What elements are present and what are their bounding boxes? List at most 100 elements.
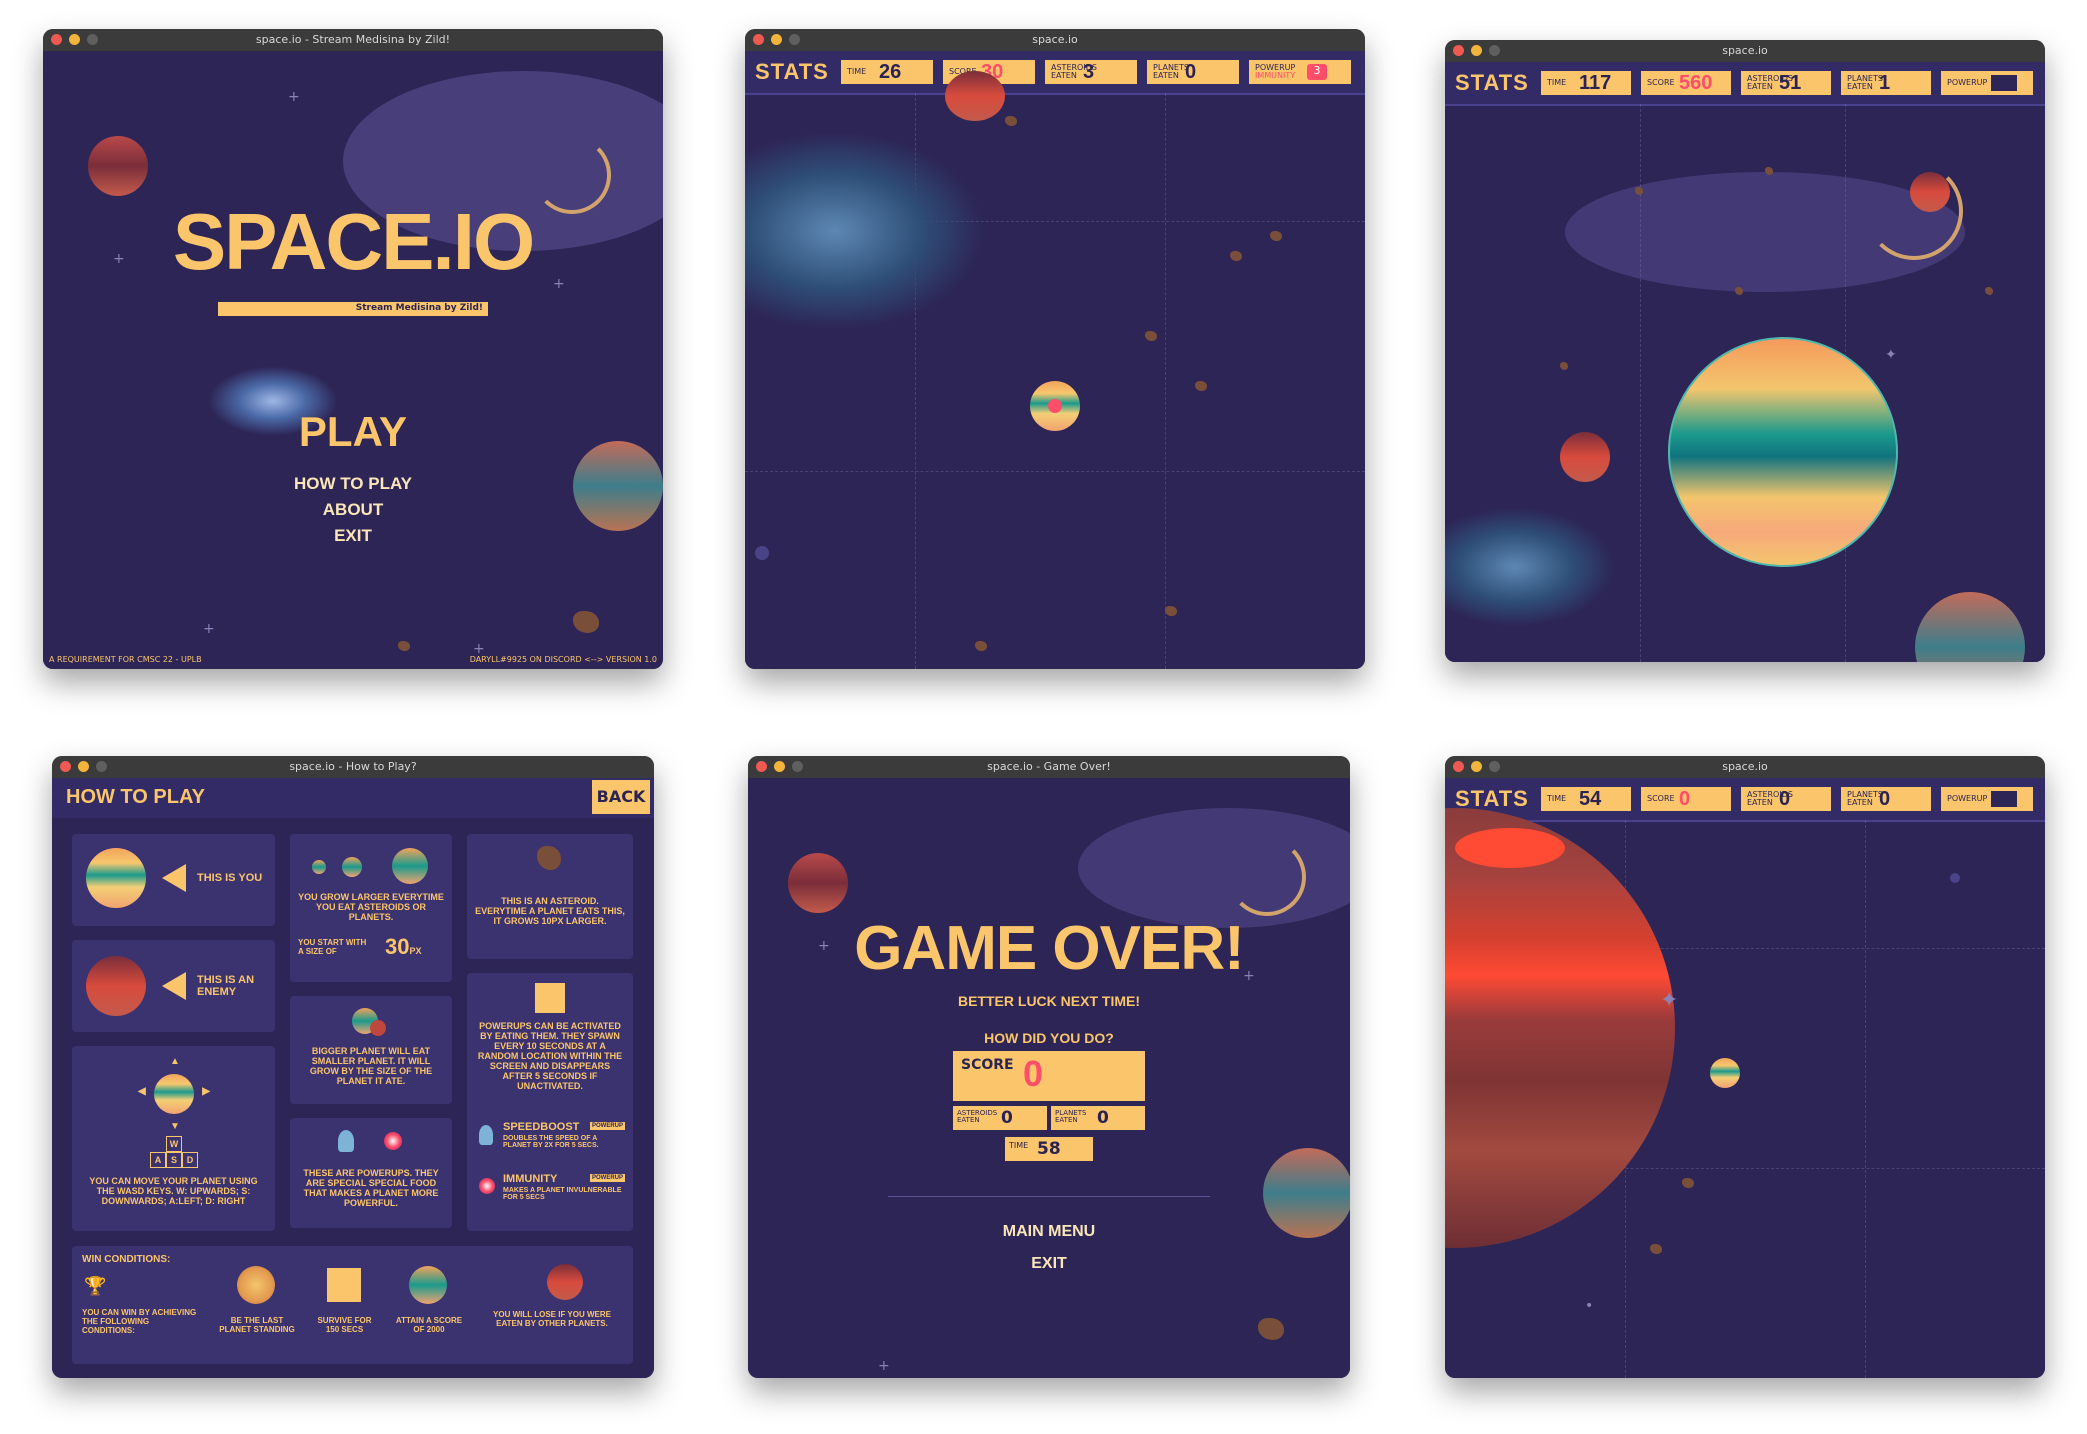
title-bar[interactable]: space.io xyxy=(1445,756,2045,778)
back-button[interactable]: BACK xyxy=(592,780,650,814)
growth-sequence-icon xyxy=(312,848,432,884)
how-to-play-screen: HOW TO PLAY BACK THIS IS YOU THIS IS AN … xyxy=(52,778,654,1378)
asteroid-icon xyxy=(1650,1244,1662,1254)
player-planet-icon xyxy=(409,1266,447,1304)
stats-bar: STATS TIME 117 SCORE 560 ASTEROIDS EATEN 51… xyxy=(1445,62,2045,106)
arrow-left-icon xyxy=(162,864,186,892)
enemy-planet-icon xyxy=(945,71,1005,121)
enemy-eye-spot-icon xyxy=(1455,828,1565,868)
key-a-icon: A xyxy=(150,1152,166,1168)
bigger-card: BIGGER PLANET WILL EAT SMALLER PLANET. I… xyxy=(290,996,452,1104)
stats-bar: STATS TIME 26 SCORE 30 ASTEROIDS EATEN 3 PL… xyxy=(745,51,1365,95)
asteroid-icon xyxy=(398,641,410,651)
enemy-planet-icon xyxy=(547,1264,583,1300)
ring-moon-icon xyxy=(1865,162,1963,260)
asteroid-icon xyxy=(1145,331,1157,341)
moon-icon xyxy=(755,546,769,560)
asteroid-icon xyxy=(1258,1318,1284,1340)
title-bar[interactable]: space.io - Stream Medisina by Zild! xyxy=(43,29,663,51)
score-stat: SCORE 560 xyxy=(1641,71,1731,95)
move-card: ▲ ▼ ◀ ▶ W A S D YOU CAN MOVE YOUR PLANET US… xyxy=(72,1046,275,1231)
menu-screen: + + + + + SPACE.IO Stream Medisina by Zi… xyxy=(43,51,663,669)
asteroid-icon xyxy=(1230,251,1242,261)
how-to-play-button[interactable]: HOW TO PLAY xyxy=(43,474,663,494)
galaxy-icon xyxy=(1445,507,1615,627)
score-stat: SCORE 0 xyxy=(1641,787,1731,811)
asteroid-icon xyxy=(1165,606,1177,616)
asteroid-icon xyxy=(1270,231,1282,241)
enemy-planet-icon xyxy=(86,956,146,1016)
window-title: space.io xyxy=(1032,33,1078,46)
arrow-left-icon xyxy=(162,972,186,1000)
play-button[interactable]: PLAY xyxy=(43,408,663,456)
asteroid-icon xyxy=(1195,381,1207,391)
speedboost-rocket-icon xyxy=(479,1125,493,1145)
asteroid-icon xyxy=(537,846,561,870)
player-planet-icon xyxy=(86,848,146,908)
title-bar[interactable]: space.io - Game Over! xyxy=(748,756,1350,778)
you-card: THIS IS YOU xyxy=(72,834,275,926)
stats-label: STATS xyxy=(755,59,829,84)
title-bar[interactable]: space.io xyxy=(1445,40,2045,62)
enemy-card: THIS IS AN ENEMY xyxy=(72,940,275,1032)
giant-enemy-planet-icon xyxy=(1445,808,1675,1248)
star-icon: + xyxy=(288,89,300,105)
powerup-info-card: POWERUPS CAN BE ACTIVATED BY EATING THEM… xyxy=(467,973,633,1231)
move-arrows-icon: ▲ ▼ ◀ ▶ xyxy=(138,1056,210,1132)
main-menu-button[interactable]: MAIN MENU xyxy=(748,1223,1350,1241)
gameplay-big-planet-window: space.io STATS TIME 117 SCORE 560 ASTEROID… xyxy=(1445,40,2045,662)
star-icon: • xyxy=(1585,1298,1594,1314)
nebula-icon xyxy=(1078,808,1350,928)
immunity-icon xyxy=(384,1132,402,1150)
star-icon: + xyxy=(203,621,215,637)
game-over-subtitle: BETTER LUCK NEXT TIME! xyxy=(958,993,1140,1009)
immunity-icon xyxy=(479,1178,495,1194)
enemy-planet-icon xyxy=(370,1020,386,1036)
powerup-stat: POWERUP xyxy=(1941,787,2033,811)
asteroid-icon xyxy=(1735,287,1743,295)
enemy-planet-icon xyxy=(1560,432,1610,482)
grow-card: YOU GROW LARGER EVERYTIME YOU EAT ASTERO… xyxy=(290,834,452,982)
gameplay-window: space.io STATS TIME 26 SCORE 30 ASTEROIDS … xyxy=(745,29,1365,669)
asteroid-icon xyxy=(975,641,987,651)
asteroid-icon xyxy=(1635,187,1643,195)
window-title: space.io - Stream Medisina by Zild! xyxy=(255,33,451,46)
key-w-icon: W xyxy=(166,1136,182,1152)
asteroids-stat: ASTEROIDS EATEN 51 xyxy=(1741,71,1831,95)
header-title: HOW TO PLAY xyxy=(66,786,205,808)
title-bar[interactable]: space.io xyxy=(745,29,1365,51)
exit-button[interactable]: EXIT xyxy=(43,526,663,546)
sun-icon xyxy=(237,1266,275,1304)
planets-stat: PLANETS EATEN 1 xyxy=(1841,71,1931,95)
asteroid-icon xyxy=(1765,167,1773,175)
star-icon: ✦ xyxy=(1885,347,1897,363)
planets-result: PLANETS EATEN 0 xyxy=(1051,1106,1145,1130)
exit-button[interactable]: EXIT xyxy=(748,1255,1350,1273)
powerup-box-icon xyxy=(535,983,565,1013)
stats-label: STATS xyxy=(1455,70,1529,95)
game-over-window: space.io - Game Over! + + + GAME OVER! B… xyxy=(748,756,1350,1378)
game-screen[interactable]: STATS TIME 117 SCORE 560 ASTEROIDS EATEN 51… xyxy=(1445,62,2045,662)
immunity-icon: 3 xyxy=(1307,64,1327,80)
window-title: space.io xyxy=(1722,44,1768,57)
powerup-stat: POWERUP xyxy=(1941,71,2033,95)
game-over-screen: + + + GAME OVER! BETTER LUCK NEXT TIME! … xyxy=(748,778,1350,1378)
about-button[interactable]: ABOUT xyxy=(43,500,663,520)
enemy-planet-icon xyxy=(88,136,148,196)
score-result: SCORE 0 xyxy=(953,1051,1145,1101)
game-screen[interactable]: STATS TIME 26 SCORE 30 ASTEROIDS EATEN 3 PL… xyxy=(745,51,1365,669)
title-bar[interactable]: space.io - How to Play? xyxy=(52,756,654,778)
game-screen[interactable]: STATS TIME 54 SCORE 0 ASTEROIDS EATEN 0 PLA… xyxy=(1445,778,2045,1378)
timer-icon xyxy=(327,1268,361,1302)
key-s-icon: S xyxy=(166,1152,182,1168)
immunity-aura-icon xyxy=(1048,399,1062,413)
powerup-stat: POWERUP IMMUNITY 3 xyxy=(1249,60,1351,84)
gameplay-enemy-window: space.io STATS TIME 54 SCORE 0 ASTEROIDS E… xyxy=(1445,756,2045,1378)
divider xyxy=(888,1196,1210,1197)
trophy-icon: 🏆 xyxy=(84,1276,107,1296)
win-conditions-card: WIN CONDITIONS: 🏆 YOU CAN WIN BY ACHIEVI… xyxy=(72,1246,633,1364)
window-title: space.io - Game Over! xyxy=(987,760,1111,773)
asteroid-icon xyxy=(1682,1178,1694,1188)
key-d-icon: D xyxy=(182,1152,198,1168)
powerups-card: THESE ARE POWERUPS. THEY ARE SPECIAL SPE… xyxy=(290,1118,452,1228)
